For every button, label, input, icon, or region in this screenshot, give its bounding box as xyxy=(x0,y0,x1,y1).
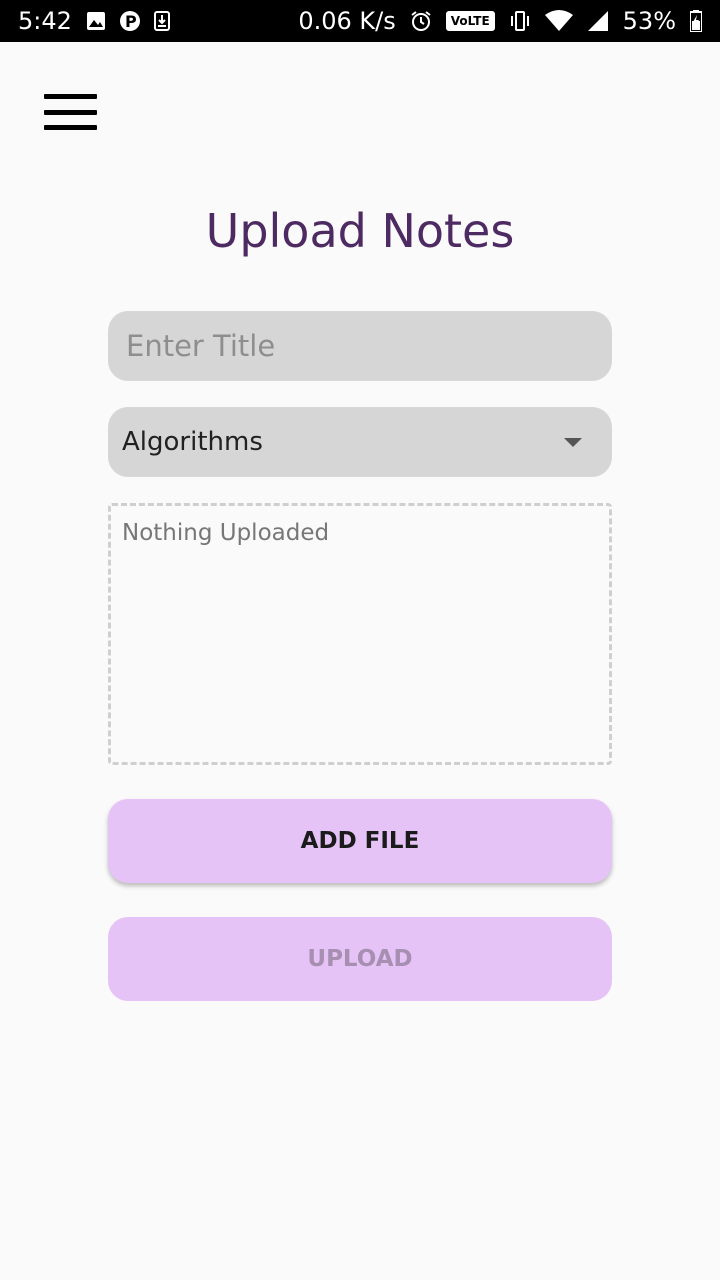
subject-dropdown[interactable]: Algorithms xyxy=(108,407,612,477)
cell-signal-icon xyxy=(587,10,609,32)
title-input[interactable] xyxy=(108,311,612,381)
hamburger-menu-icon[interactable] xyxy=(44,94,97,130)
battery-icon xyxy=(690,10,702,32)
wifi-icon xyxy=(544,10,573,32)
menu-bar-line xyxy=(44,125,97,130)
upload-status-text: Nothing Uploaded xyxy=(122,520,330,546)
upload-button[interactable]: UPLOAD xyxy=(108,917,612,1001)
add-file-button[interactable]: ADD FILE xyxy=(108,799,612,883)
page-title: Upload Notes xyxy=(205,204,515,258)
network-speed: 0.06 K/s xyxy=(298,7,396,35)
dropdown-arrow-icon xyxy=(564,437,582,447)
clock: 5:42 xyxy=(18,7,72,35)
parking-app-icon: P xyxy=(119,10,140,32)
status-bar: 5:42 P 0.06 K/s VoLTE 53% xyxy=(0,0,720,42)
upload-preview-area: Nothing Uploaded xyxy=(108,503,612,765)
menu-bar-line xyxy=(44,94,97,99)
volte-badge: VoLTE xyxy=(445,11,495,31)
svg-text:P: P xyxy=(125,12,137,31)
battery-percent: 53% xyxy=(622,7,676,35)
vibrate-icon xyxy=(509,10,531,32)
gallery-icon xyxy=(86,11,106,31)
alarm-icon xyxy=(410,10,432,32)
subject-selected-value: Algorithms xyxy=(122,427,263,457)
menu-bar-line xyxy=(44,109,97,115)
download-icon xyxy=(153,11,170,31)
